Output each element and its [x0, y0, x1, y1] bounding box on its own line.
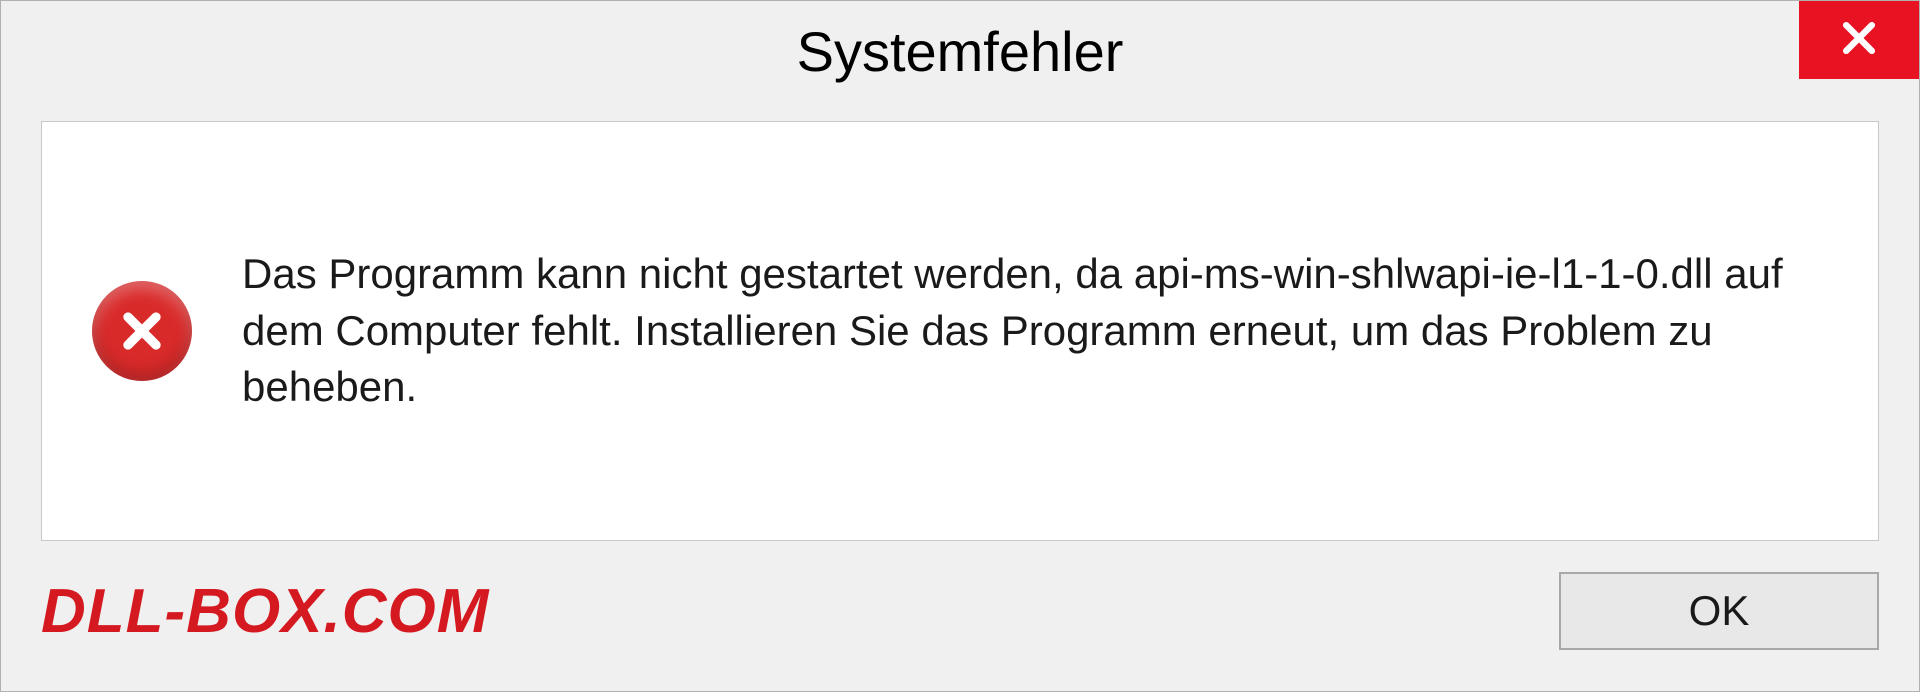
titlebar: Systemfehler: [1, 1, 1919, 101]
watermark-text: DLL-BOX.COM: [41, 576, 489, 647]
close-button[interactable]: [1799, 1, 1919, 79]
error-icon: [92, 281, 192, 381]
close-icon: [1837, 16, 1881, 65]
content-panel: Das Programm kann nicht gestartet werden…: [41, 121, 1879, 541]
dialog-footer: DLL-BOX.COM OK: [1, 561, 1919, 691]
ok-button[interactable]: OK: [1559, 572, 1879, 650]
error-message: Das Programm kann nicht gestartet werden…: [242, 246, 1828, 416]
error-dialog: Systemfehler Das Programm kann nicht ges…: [0, 0, 1920, 692]
dialog-title: Systemfehler: [797, 19, 1124, 84]
ok-button-label: OK: [1689, 587, 1750, 635]
